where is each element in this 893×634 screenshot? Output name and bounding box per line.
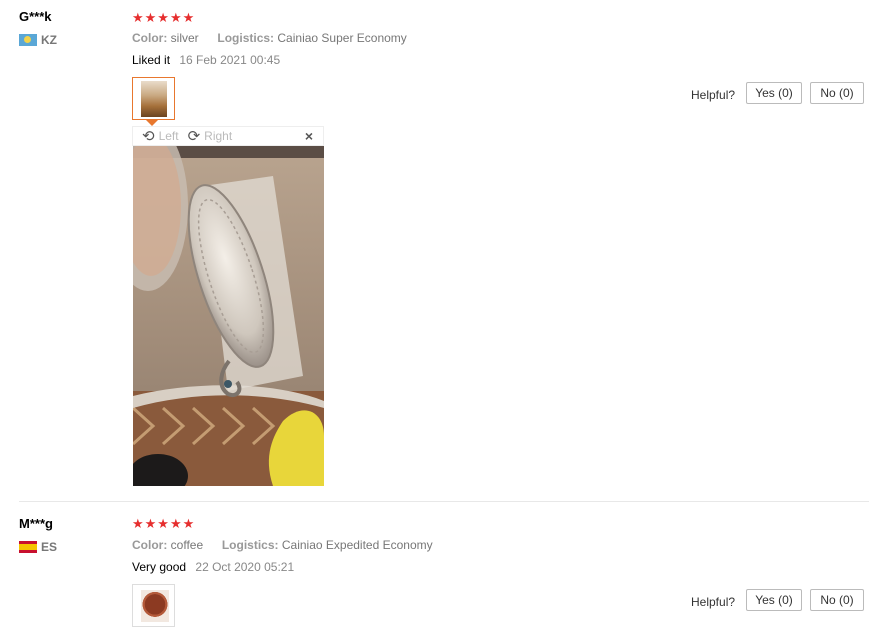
review-date: 16 Feb 2021 00:45 bbox=[179, 53, 281, 67]
rotate-left-label: Left bbox=[158, 129, 179, 143]
flag-kz-icon bbox=[19, 34, 37, 46]
reviewer-name: M***g bbox=[19, 516, 53, 531]
helpful-yes-button[interactable]: Yes (0) bbox=[746, 82, 802, 104]
country-code: KZ bbox=[41, 33, 57, 47]
star-rating: ★★★★★ bbox=[132, 516, 196, 531]
reviewer-country: KZ bbox=[19, 33, 57, 47]
logistics-label: Logistics: bbox=[221, 538, 279, 552]
close-icon[interactable]: × bbox=[305, 128, 313, 144]
hair-clip-photo bbox=[133, 146, 324, 486]
rotate-left-button[interactable]: ⟲ Left bbox=[142, 127, 179, 145]
review-photo-large bbox=[133, 146, 324, 486]
helpful-no-button[interactable]: No (0) bbox=[810, 82, 864, 104]
comment-text: Very good bbox=[132, 560, 187, 574]
review-photo-thumbnail[interactable] bbox=[132, 77, 175, 120]
thumbnail-image bbox=[141, 590, 169, 622]
logistics-value: Cainiao Expedited Economy bbox=[281, 538, 433, 552]
review-divider bbox=[19, 501, 869, 502]
color-value: silver bbox=[170, 31, 199, 45]
helpful-label: Helpful? bbox=[691, 88, 736, 102]
product-attributes: Color: silver Logistics: Cainiao Super E… bbox=[132, 31, 407, 45]
thumbnail-image bbox=[141, 81, 167, 117]
comment-text: Liked it bbox=[132, 53, 171, 67]
helpful-no-button[interactable]: No (0) bbox=[810, 589, 864, 611]
color-label: Color: bbox=[132, 538, 168, 552]
reviewer-name: G***k bbox=[19, 9, 52, 24]
star-rating: ★★★★★ bbox=[132, 10, 196, 25]
helpful-label: Helpful? bbox=[691, 595, 736, 609]
rotate-left-icon: ⟲ bbox=[142, 128, 155, 145]
reviewer-country: ES bbox=[19, 540, 57, 554]
color-value: coffee bbox=[170, 538, 204, 552]
rotate-right-label: Right bbox=[204, 129, 233, 143]
rotate-right-icon: ⟳ bbox=[187, 128, 201, 145]
rotate-right-button[interactable]: ⟳ Right bbox=[188, 127, 233, 145]
flag-es-icon bbox=[19, 541, 37, 553]
helpful-yes-button[interactable]: Yes (0) bbox=[746, 589, 802, 611]
review-comment: Very good 22 Oct 2020 05:21 bbox=[132, 560, 294, 574]
review-comment: Liked it 16 Feb 2021 00:45 bbox=[132, 53, 280, 67]
logistics-label: Logistics: bbox=[217, 31, 275, 45]
logistics-value: Cainiao Super Economy bbox=[277, 31, 407, 45]
country-code: ES bbox=[41, 540, 58, 554]
review-photo-thumbnail[interactable] bbox=[132, 584, 175, 627]
product-attributes: Color: coffee Logistics: Cainiao Expedit… bbox=[132, 538, 433, 552]
photo-viewer-toolbar: ⟲ Left ⟳ Right × bbox=[132, 126, 324, 146]
color-label: Color: bbox=[132, 31, 168, 45]
review-date: 22 Oct 2020 05:21 bbox=[195, 560, 295, 574]
